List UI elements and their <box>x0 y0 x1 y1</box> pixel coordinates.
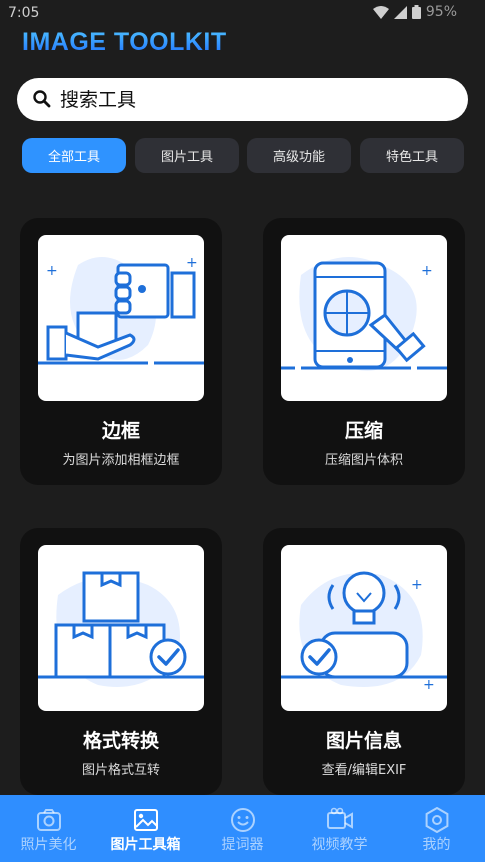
nav-label: 照片美化 <box>20 837 77 853</box>
search-input[interactable] <box>60 78 440 121</box>
search-bar[interactable] <box>17 78 468 121</box>
category-tabs: 全部工具 图片工具 高级功能 特色工具 <box>22 138 464 173</box>
wifi-icon <box>372 5 389 19</box>
tool-title: 图片信息 <box>325 730 402 752</box>
svg-text:+: + <box>186 255 198 271</box>
profile-icon <box>425 807 449 833</box>
tool-description: 压缩图片体积 <box>324 453 403 468</box>
nav-video-tutorials[interactable]: 视频教学 <box>291 795 388 862</box>
camera-icon <box>37 809 61 831</box>
tool-card-border[interactable]: + + 边框 为图片添加相框边框 <box>20 218 222 485</box>
tab-advanced[interactable]: 高级功能 <box>247 138 351 173</box>
status-bar: 7:05 95% <box>0 0 485 26</box>
nav-teleprompter[interactable]: 提词器 <box>194 795 291 862</box>
tool-card-compress[interactable]: + 压缩 压缩图片体积 <box>263 218 465 485</box>
app-title: IMAGE TOOLKIT <box>22 28 227 56</box>
tool-card-image-info[interactable]: + + 图片信息 查看/编辑EXIF <box>263 528 465 795</box>
tool-description: 图片格式互转 <box>81 763 160 778</box>
svg-text:+: + <box>411 577 423 593</box>
status-icons: 95% <box>372 4 457 20</box>
smile-icon <box>231 808 255 832</box>
tab-image-tools[interactable]: 图片工具 <box>135 138 239 173</box>
svg-text:+: + <box>423 677 435 693</box>
nav-label: 视频教学 <box>311 837 368 853</box>
tool-description: 查看/编辑EXIF <box>321 763 407 778</box>
tool-card-format-convert[interactable]: 格式转换 图片格式互转 <box>20 528 222 795</box>
bottom-navigation: 照片美化 图片工具箱 提词器 视频教学 我的 <box>0 795 485 862</box>
battery-icon <box>411 5 421 19</box>
image-icon <box>134 809 158 831</box>
video-icon <box>327 807 353 829</box>
nav-mine[interactable]: 我的 <box>388 795 485 862</box>
nav-image-toolbox[interactable]: 图片工具箱 <box>97 795 194 862</box>
svg-text:+: + <box>421 263 433 279</box>
status-time: 7:05 <box>8 5 40 21</box>
border-illustration: + + <box>38 235 204 401</box>
battery-percent: 95% <box>425 4 457 20</box>
tab-all-tools[interactable]: 全部工具 <box>22 138 126 173</box>
tool-title: 边框 <box>101 420 140 442</box>
tool-description: 为图片添加相框边框 <box>62 453 180 468</box>
format-convert-illustration <box>38 545 204 711</box>
tab-featured[interactable]: 特色工具 <box>360 138 464 173</box>
image-info-illustration: + + <box>281 545 447 711</box>
tool-title: 压缩 <box>344 420 383 442</box>
search-icon[interactable] <box>32 89 52 109</box>
nav-label: 我的 <box>422 837 451 853</box>
tool-title: 格式转换 <box>82 730 159 752</box>
nav-photo-beautify[interactable]: 照片美化 <box>0 795 97 862</box>
svg-text:+: + <box>46 263 58 279</box>
signal-icon <box>393 5 407 19</box>
nav-label: 提词器 <box>221 837 264 853</box>
nav-label: 图片工具箱 <box>110 837 181 853</box>
compress-illustration: + <box>281 235 447 401</box>
